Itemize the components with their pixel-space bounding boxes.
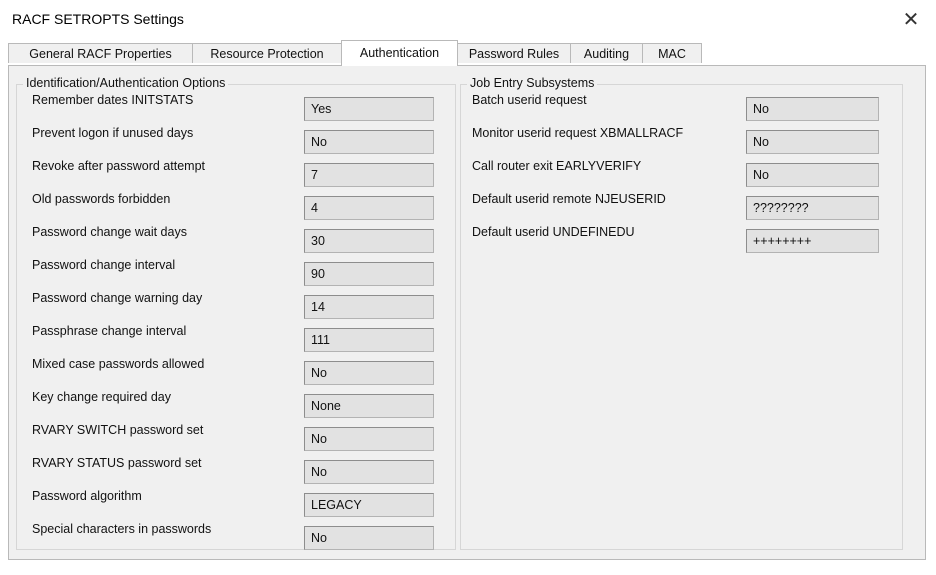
revoke-after-field[interactable]: 7	[304, 163, 434, 187]
tab-authentication[interactable]: Authentication	[341, 40, 458, 66]
label-prevent-logon: Prevent logon if unused days	[32, 126, 194, 140]
mixed-case-field[interactable]: No	[304, 361, 434, 385]
authentication-panel: Identification/Authentication Options Re…	[8, 65, 926, 560]
monitor-userid-field[interactable]: No	[746, 130, 879, 154]
key-change-field[interactable]: None	[304, 394, 434, 418]
label-batch-userid: Batch userid request	[472, 93, 587, 107]
tab-general-racf-properties[interactable]: General RACF Properties	[8, 43, 193, 63]
label-key-change: Key change required day	[32, 390, 171, 404]
old-passwords-field[interactable]: 4	[304, 196, 434, 220]
label-default-userid-remote: Default userid remote NJEUSERID	[472, 192, 666, 206]
label-old-passwords: Old passwords forbidden	[32, 192, 171, 206]
batch-userid-field[interactable]: No	[746, 97, 879, 121]
special-characters-field[interactable]: No	[304, 526, 434, 550]
job-entry-subsystems-group: Job Entry Subsystems Batch userid reques…	[460, 76, 903, 550]
change-interval-field[interactable]: 90	[304, 262, 434, 286]
rvary-status-field[interactable]: No	[304, 460, 434, 484]
label-rvary-status: RVARY STATUS password set	[32, 456, 202, 470]
change-wait-days-field[interactable]: 30	[304, 229, 434, 253]
label-rvary-switch: RVARY SWITCH password set	[32, 423, 204, 437]
change-warning-day-field[interactable]: 14	[304, 295, 434, 319]
rvary-switch-field[interactable]: No	[304, 427, 434, 451]
tab-mac[interactable]: MAC	[642, 43, 702, 63]
label-password-algorithm: Password algorithm	[32, 489, 142, 503]
close-icon[interactable]: ✕	[896, 6, 926, 34]
label-passphrase-interval: Passphrase change interval	[32, 324, 187, 338]
passphrase-interval-field[interactable]: 111	[304, 328, 434, 352]
label-change-warning-day: Password change warning day	[32, 291, 203, 305]
tab-resource-protection[interactable]: Resource Protection	[192, 43, 342, 63]
label-call-router-exit: Call router exit EARLYVERIFY	[472, 159, 642, 173]
tab-password-rules[interactable]: Password Rules	[457, 43, 571, 63]
label-mixed-case: Mixed case passwords allowed	[32, 357, 205, 371]
title-bar: RACF SETROPTS Settings ✕	[0, 0, 936, 40]
window-title: RACF SETROPTS Settings	[12, 11, 184, 27]
identification-authentication-group: Identification/Authentication Options Re…	[16, 76, 456, 550]
remember-dates-field[interactable]: Yes	[304, 97, 434, 121]
label-remember-dates: Remember dates INITSTATS	[32, 93, 194, 107]
default-userid-remote-field[interactable]: ????????	[746, 196, 879, 220]
call-router-exit-field[interactable]: No	[746, 163, 879, 187]
password-algorithm-field[interactable]: LEGACY	[304, 493, 434, 517]
group-title: Identification/Authentication Options	[23, 76, 229, 90]
group-title: Job Entry Subsystems	[467, 76, 598, 90]
label-monitor-userid: Monitor userid request XBMALLRACF	[472, 126, 684, 140]
label-revoke-after: Revoke after password attempt	[32, 159, 205, 173]
tab-auditing[interactable]: Auditing	[570, 43, 643, 63]
label-special-characters: Special characters in passwords	[32, 522, 212, 536]
label-change-wait-days: Password change wait days	[32, 225, 187, 239]
label-change-interval: Password change interval	[32, 258, 176, 272]
label-default-userid-undefined: Default userid UNDEFINEDU	[472, 225, 635, 239]
prevent-logon-field[interactable]: No	[304, 130, 434, 154]
default-userid-undefined-field[interactable]: ++++++++	[746, 229, 879, 253]
